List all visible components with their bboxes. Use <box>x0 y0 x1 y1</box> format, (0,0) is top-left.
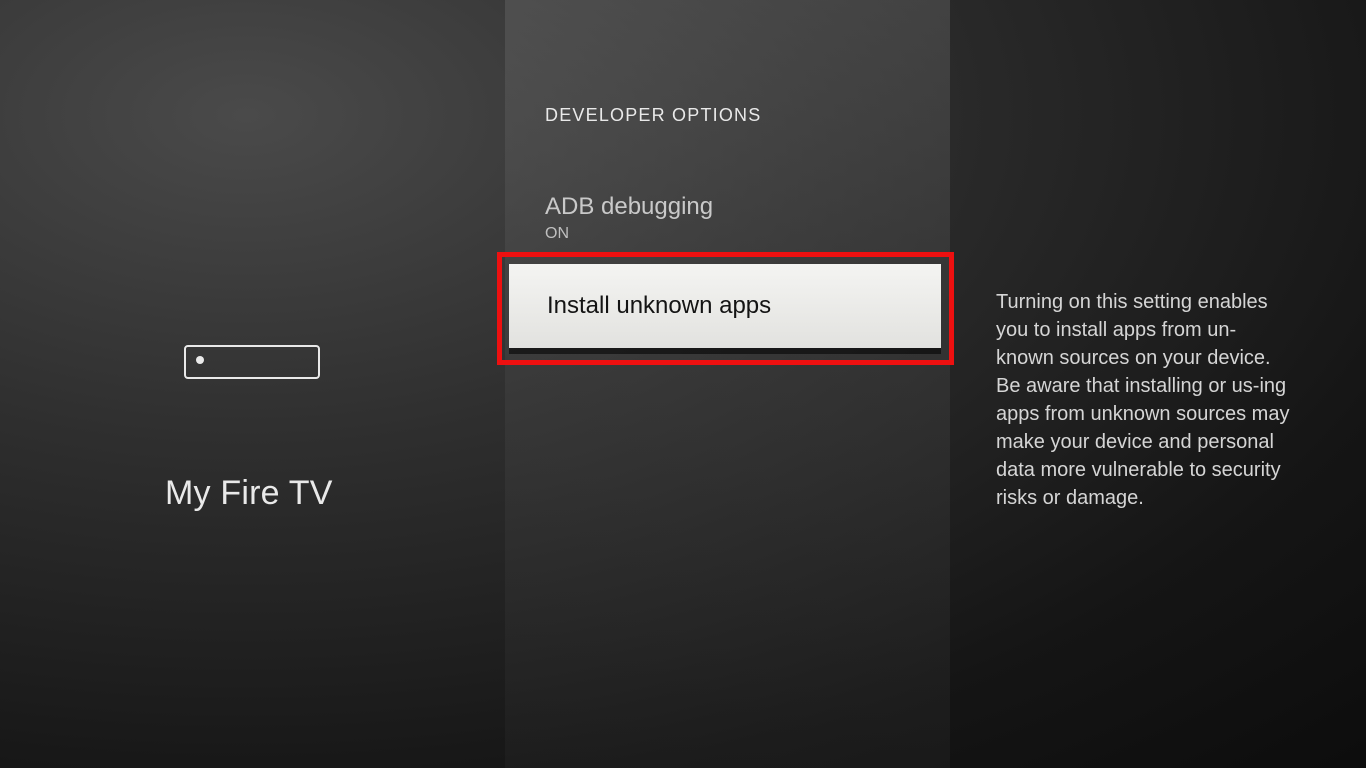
context-title: My Fire TV <box>165 474 333 513</box>
options-panel: DEVELOPER OPTIONS ADB debugging ON Insta… <box>505 0 950 768</box>
panel-header: DEVELOPER OPTIONS <box>545 105 761 126</box>
left-context-panel: My Fire TV <box>0 0 505 768</box>
option-install-unknown-label: Install unknown apps <box>547 292 771 320</box>
option-adb-label: ADB debugging <box>545 193 925 221</box>
option-adb-debugging[interactable]: ADB debugging ON <box>545 193 925 243</box>
option-description: Turning on this setting enables you to i… <box>996 288 1292 512</box>
option-install-unknown-apps[interactable]: Install unknown apps <box>509 264 941 348</box>
firetv-stick-icon <box>184 345 320 379</box>
description-panel: Turning on this setting enables you to i… <box>950 0 1366 768</box>
settings-screen: My Fire TV DEVELOPER OPTIONS ADB debuggi… <box>0 0 1366 768</box>
option-adb-value: ON <box>545 225 925 243</box>
